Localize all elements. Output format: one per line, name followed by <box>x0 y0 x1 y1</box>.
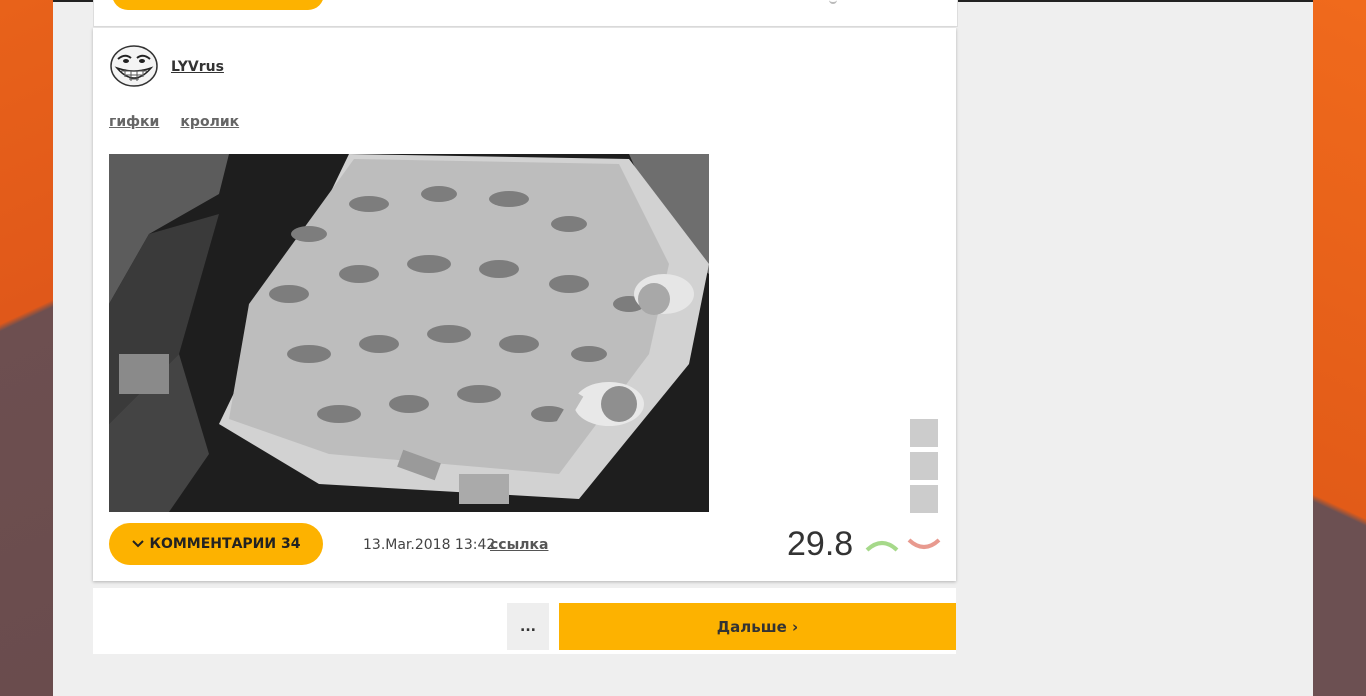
share-button[interactable] <box>910 485 938 513</box>
post-card: LYVrus гифки кролик КОММЕНТАРИИ 34 13.Ma… <box>93 28 956 581</box>
background-left-decoration <box>0 0 53 696</box>
previous-post-footer <box>93 0 958 27</box>
chevron-down-icon <box>131 540 144 548</box>
share-button[interactable] <box>910 452 938 480</box>
background-right-decoration <box>1313 0 1366 696</box>
previous-comments-button[interactable] <box>112 0 324 10</box>
previous-vote-icon[interactable] <box>829 0 837 4</box>
post-author-link[interactable]: LYVrus <box>171 59 224 75</box>
avatar[interactable] <box>109 44 159 88</box>
tag-link[interactable]: кролик <box>180 114 239 130</box>
post-tags: гифки кролик <box>109 111 255 130</box>
page-content: LYVrus гифки кролик КОММЕНТАРИИ 34 13.Ma… <box>53 0 1313 696</box>
vote-down-icon[interactable] <box>907 538 941 552</box>
comments-toggle-button[interactable]: КОММЕНТАРИИ 34 <box>109 523 323 565</box>
comments-label: КОММЕНТАРИИ 34 <box>149 536 301 552</box>
post-rating: 29.8 <box>787 525 854 563</box>
vote-up-icon[interactable] <box>865 538 899 552</box>
next-page-button[interactable]: Дальше › <box>559 603 956 650</box>
post-date: 13.Mar.2018 13:42 <box>363 537 496 553</box>
tag-link[interactable]: гифки <box>109 114 159 130</box>
share-button[interactable] <box>910 419 938 447</box>
post-gif-image[interactable] <box>109 154 709 512</box>
pagination: ... Дальше › <box>93 588 956 654</box>
pagination-more-button[interactable]: ... <box>507 603 549 650</box>
post-permalink[interactable]: ссылка <box>490 537 548 553</box>
